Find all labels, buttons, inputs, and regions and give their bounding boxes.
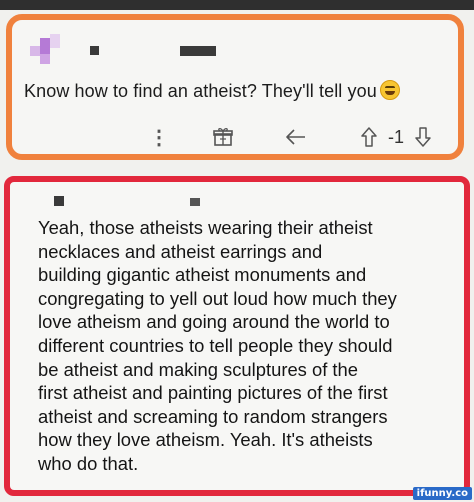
user-avatar[interactable]	[28, 32, 66, 70]
comment-2-line: building gigantic atheist monuments and	[38, 264, 367, 286]
comment-2-line: be atheist and making sculptures of the	[38, 358, 358, 380]
comment-card-1: Know how to find an atheist? They'll tel…	[6, 14, 464, 160]
comment-2-line: how they love atheism. Yeah. It's atheis…	[38, 429, 373, 451]
downvote-arrow-icon[interactable]	[414, 124, 432, 150]
comment-2-line: different countries to tell people they …	[38, 334, 393, 356]
vertical-ellipsis-icon[interactable]: ⋮	[149, 124, 169, 150]
watermark-logo: ifunny.co	[412, 487, 472, 500]
comment-2-line: who do that.	[38, 452, 139, 474]
laughing-emoji-icon	[379, 80, 400, 100]
top-edge-bar	[0, 0, 474, 10]
comment-1-actions: ⋮ -1	[12, 124, 458, 150]
reply-arrow-icon[interactable]	[285, 124, 307, 150]
gift-icon[interactable]	[212, 124, 234, 150]
redacted-avatar	[54, 196, 64, 206]
comment-1-text: Know how to find an atheist? They'll tel…	[24, 80, 400, 102]
comment-2-text: Yeah, those atheists wearing their athei…	[38, 216, 474, 476]
redacted-timestamp	[180, 46, 216, 56]
comment-1-body: Know how to find an atheist? They'll tel…	[24, 81, 377, 101]
comment-2-line: first atheist and painting pictures of t…	[38, 382, 388, 404]
comment-card-2: Yeah, those atheists wearing their athei…	[4, 176, 470, 496]
comment-2-line: Yeah, those atheists wearing their athei…	[38, 217, 373, 238]
comment-2-line: necklaces and atheist earrings and	[38, 240, 323, 262]
redacted-username	[90, 46, 99, 55]
upvote-arrow-icon[interactable]	[360, 124, 378, 150]
comment-2-line: congregating to yell out loud how much t…	[38, 287, 397, 309]
redacted-username	[190, 198, 200, 206]
comment-2-line: atheist and screaming to random stranger…	[38, 405, 388, 427]
comment-2-line: love atheism and going around the world …	[38, 311, 390, 333]
vote-count: -1	[387, 126, 404, 147]
